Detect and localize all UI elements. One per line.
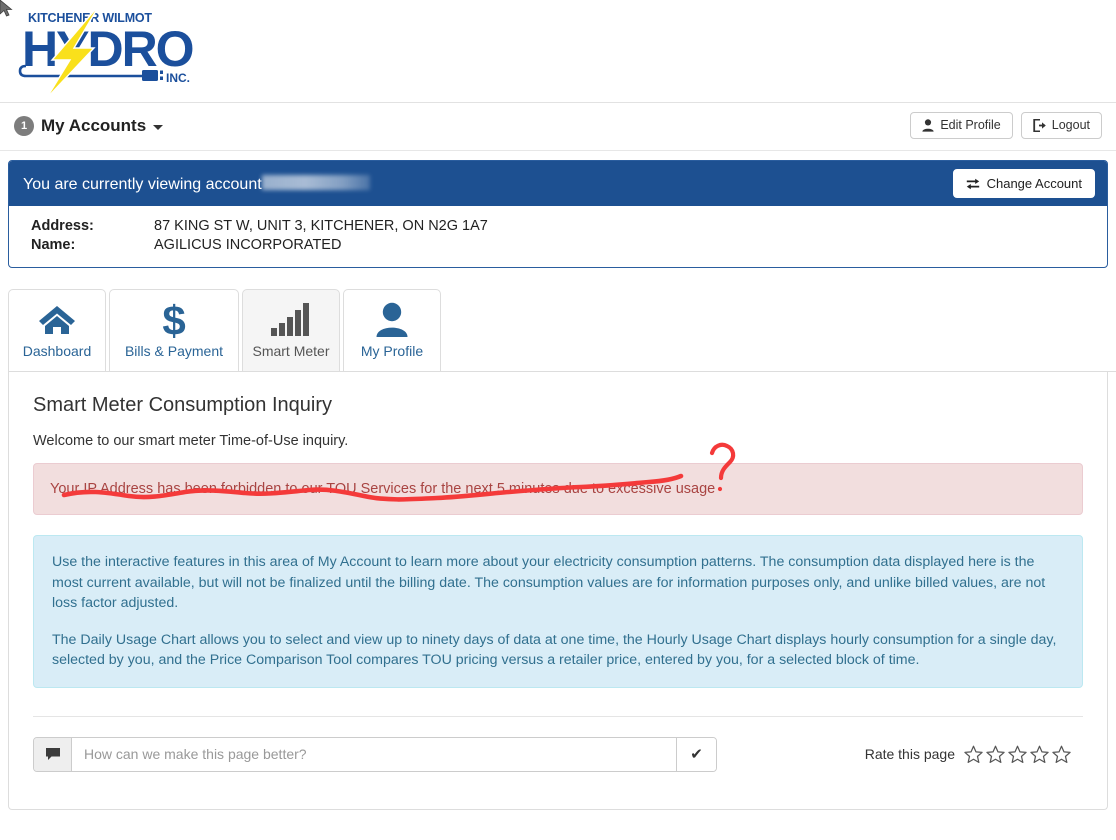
- edit-profile-button[interactable]: Edit Profile: [910, 112, 1013, 139]
- main-navigation-tabs: Dashboard $ Bills & Payment Smart Meter: [8, 286, 1116, 372]
- chevron-down-icon: [153, 125, 164, 130]
- star-icon-4[interactable]: [1030, 745, 1049, 764]
- my-accounts-dropdown[interactable]: 1 My Accounts: [14, 116, 164, 136]
- site-header: KITCHENER WILMOT HYDRO INC.: [0, 0, 1116, 103]
- mouse-cursor-icon: [0, 0, 13, 17]
- logout-button[interactable]: Logout: [1020, 112, 1102, 139]
- account-banner-text-wrap: You are currently viewing account: [23, 174, 370, 194]
- name-label: Name:: [31, 237, 76, 253]
- error-alert: Your IP Address has been forbidden to ou…: [33, 463, 1083, 515]
- error-alert-message: Your IP Address has been forbidden to ou…: [50, 481, 716, 497]
- logout-label: Logout: [1051, 118, 1090, 133]
- address-label: Address:: [31, 218, 94, 234]
- address-value: 87 KING ST W, UNIT 3, KITCHENER, ON N2G …: [154, 218, 488, 234]
- section-divider: [33, 715, 1083, 717]
- star-icon-2[interactable]: [986, 745, 1005, 764]
- toolbar-buttons: Edit Profile Logout: [910, 112, 1102, 139]
- feedback-bar: ✔ Rate this page: [33, 736, 1083, 772]
- star-icon-3[interactable]: [1008, 745, 1027, 764]
- signal-bars-icon: [270, 299, 312, 341]
- person-icon: [922, 119, 934, 132]
- star-rating[interactable]: [964, 745, 1071, 764]
- feedback-input[interactable]: [72, 737, 676, 771]
- rate-page-label: Rate this page: [864, 746, 955, 763]
- star-icon-5[interactable]: [1052, 745, 1071, 764]
- person-icon: [375, 299, 409, 341]
- svg-text:$: $: [162, 299, 185, 341]
- exchange-arrows-icon: [966, 178, 979, 189]
- tab-smart-meter-label: Smart Meter: [252, 343, 330, 359]
- name-value: AGILICUS INCORPORATED: [154, 237, 342, 253]
- tab-my-profile-label: My Profile: [360, 343, 424, 359]
- kitchener-wilmot-hydro-logo[interactable]: KITCHENER WILMOT HYDRO INC.: [14, 4, 194, 99]
- account-banner: You are currently viewing account Change…: [9, 161, 1107, 206]
- logo-suffix-text: INC.: [166, 71, 190, 85]
- logo-icon: KITCHENER WILMOT HYDRO INC.: [18, 4, 194, 99]
- change-account-label: Change Account: [986, 176, 1082, 191]
- feedback-input-group: ✔: [33, 736, 717, 772]
- tab-dashboard[interactable]: Dashboard: [8, 289, 106, 372]
- dollar-icon: $: [159, 299, 189, 341]
- page-title: Smart Meter Consumption Inquiry: [33, 394, 333, 416]
- account-banner-label: You are currently viewing account: [23, 175, 262, 193]
- welcome-text: Welcome to our smart meter Time-of-Use i…: [33, 433, 349, 449]
- smart-meter-content-card: Smart Meter Consumption Inquiry Welcome …: [8, 372, 1108, 810]
- logo-main-text: HYDRO: [22, 21, 193, 77]
- info-alert: Use the interactive features in this are…: [33, 535, 1083, 688]
- tab-my-profile[interactable]: My Profile: [343, 289, 441, 372]
- redacted-account-number: [261, 174, 370, 190]
- info-paragraph-1: Use the interactive features in this are…: [52, 554, 1046, 612]
- tab-dashboard-label: Dashboard: [22, 343, 92, 359]
- current-account-panel: You are currently viewing account Change…: [8, 160, 1108, 268]
- edit-profile-label: Edit Profile: [940, 118, 1001, 133]
- star-icon-1[interactable]: [964, 745, 983, 764]
- change-account-button[interactable]: Change Account: [952, 169, 1095, 198]
- info-paragraph-2: The Daily Usage Chart allows you to sele…: [52, 631, 1057, 669]
- tab-smart-meter[interactable]: Smart Meter: [242, 289, 340, 372]
- account-toolbar: 1 My Accounts Edit Profile Logout: [0, 103, 1116, 151]
- rate-page-block: Rate this page: [865, 745, 1083, 764]
- account-count-badge: 1: [14, 116, 34, 136]
- feedback-submit-button[interactable]: ✔: [676, 737, 716, 771]
- account-details: Address: 87 KING ST W, UNIT 3, KITCHENER…: [9, 206, 1107, 267]
- home-icon: [38, 299, 76, 341]
- my-accounts-label: My Accounts: [41, 116, 147, 135]
- logout-icon: [1033, 119, 1046, 132]
- comment-icon: [34, 737, 72, 771]
- tab-bills-payment-label: Bills & Payment: [124, 343, 224, 359]
- tab-bills-payment[interactable]: $ Bills & Payment: [109, 289, 239, 372]
